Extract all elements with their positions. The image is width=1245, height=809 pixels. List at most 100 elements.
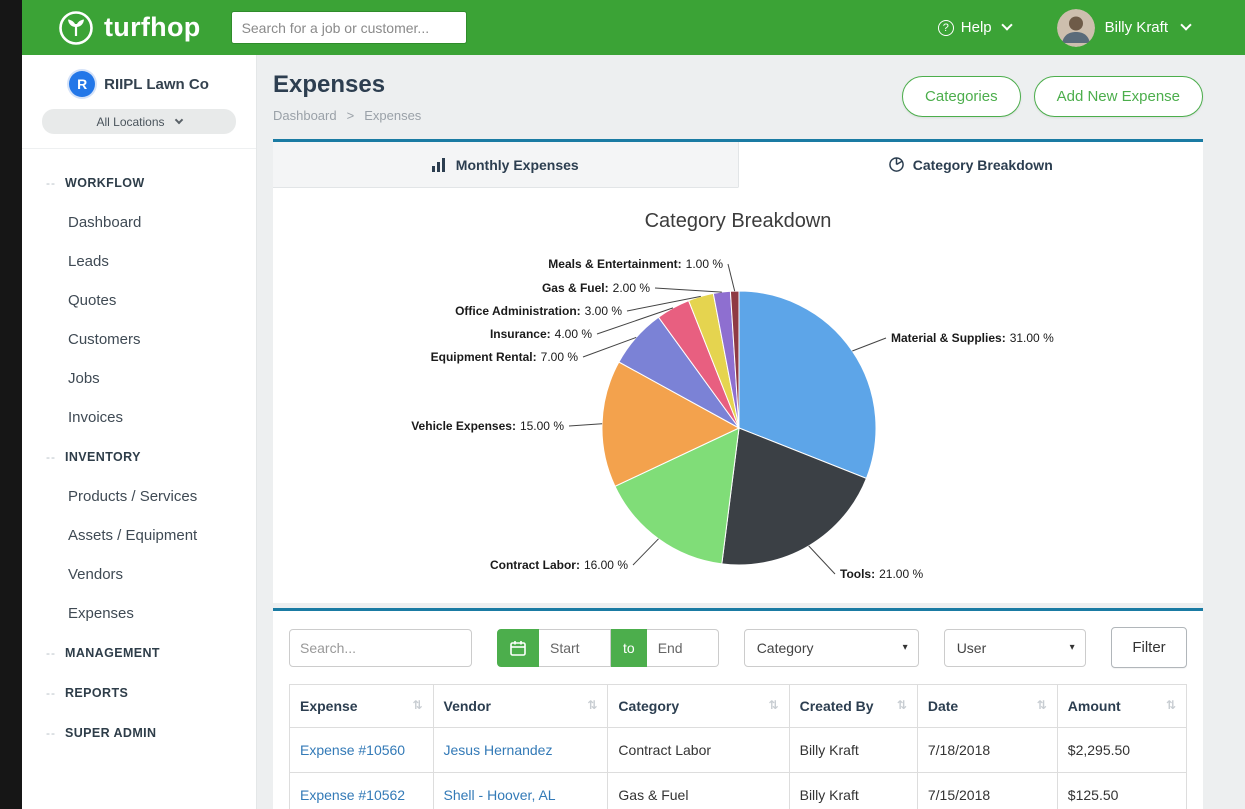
chevron-down-icon (1001, 19, 1012, 30)
caret-down-icon: ▾ (903, 642, 908, 653)
sort-icon[interactable]: ⇅ (412, 698, 422, 712)
cell-category: Contract Labor (608, 728, 789, 773)
help-menu[interactable]: ? Help (938, 19, 1011, 36)
pie-leader-line (655, 288, 722, 292)
pie-label-material-supplies: Material & Supplies:31.00 % (891, 331, 1054, 345)
sidebar-section-inventory[interactable]: -- INVENTORY (22, 437, 256, 477)
end-date-input[interactable] (647, 629, 719, 667)
sidebar-item-customers[interactable]: Customers (22, 320, 256, 359)
pie-chart-area: Category Breakdown Material & Supplies:3… (273, 188, 1203, 603)
column-label: Date (928, 698, 958, 714)
date-range-to-label: to (611, 629, 647, 667)
turfhop-logo-icon (58, 10, 94, 46)
breadcrumb: Dashboard > Expenses (273, 108, 421, 123)
avatar (1057, 9, 1095, 47)
vendor-link[interactable]: Jesus Hernandez (444, 742, 553, 758)
tree-branch-icon: -- (46, 646, 56, 660)
column-header-category[interactable]: Category ⇅ (608, 685, 789, 728)
breadcrumb-dashboard[interactable]: Dashboard (273, 108, 337, 123)
sort-icon[interactable]: ⇅ (587, 698, 597, 712)
pie-label-vehicle-expenses: Vehicle Expenses:15.00 % (411, 419, 564, 433)
sort-icon[interactable]: ⇅ (897, 698, 907, 712)
sidebar-section-label: INVENTORY (65, 450, 141, 464)
pie-chart-svg: Material & Supplies:31.00 %Tools:21.00 %… (273, 239, 1203, 587)
table-row: Expense #10560 Jesus Hernandez Contract La… (290, 728, 1187, 773)
pie-label-equipment-rental: Equipment Rental:7.00 % (431, 350, 579, 364)
brand-logo[interactable]: turfhop (58, 10, 201, 46)
cell-amount: $2,295.50 (1057, 728, 1186, 773)
cell-expense: Expense #10560 (290, 728, 434, 773)
tab-monthly-expenses[interactable]: Monthly Expenses (273, 142, 738, 188)
company-name: RIIPL Lawn Co (104, 76, 209, 93)
date-range-picker: to (497, 629, 719, 667)
sidebar-item-invoices[interactable]: Invoices (22, 398, 256, 437)
cell-amount: $125.50 (1057, 773, 1186, 809)
column-label: Expense (300, 698, 358, 714)
user-menu[interactable]: Billy Kraft (1057, 9, 1190, 47)
table-header-row: Expense ⇅ Vendor ⇅ Category ⇅ Created By ⇅ Date ⇅… (290, 685, 1187, 728)
global-search-input[interactable] (231, 11, 467, 44)
category-select-value: Category (757, 640, 814, 656)
cell-created-by: Billy Kraft (789, 773, 917, 809)
top-header: turfhop ? Help Billy Kraft (22, 0, 1245, 55)
main-content: Expenses Dashboard > Expenses Categories… (257, 55, 1245, 809)
sidebar-item-jobs[interactable]: Jobs (22, 359, 256, 398)
sort-icon[interactable]: ⇅ (1166, 698, 1176, 712)
vendor-link[interactable]: Shell - Hoover, AL (444, 787, 556, 803)
sidebar-section-super-admin[interactable]: --SUPER ADMIN (22, 713, 256, 753)
page-header: Expenses Dashboard > Expenses Categories… (273, 71, 1203, 123)
pie-label-contract-labor: Contract Labor:16.00 % (490, 558, 628, 572)
expense-link[interactable]: Expense #10560 (300, 742, 405, 758)
table-search-input[interactable] (289, 629, 472, 667)
chevron-down-icon (174, 116, 182, 124)
column-label: Created By (800, 698, 874, 714)
expense-link[interactable]: Expense #10562 (300, 787, 405, 803)
table-row: Expense #10562Shell - Hoover, ALGas & Fu… (290, 773, 1187, 809)
column-header-expense[interactable]: Expense ⇅ (290, 685, 434, 728)
category-select[interactable]: Category ▾ (744, 629, 919, 667)
start-date-input[interactable] (539, 629, 611, 667)
sidebar-item-vendors[interactable]: Vendors (22, 555, 256, 594)
sidebar-section-workflow[interactable]: --WORKFLOW (22, 163, 256, 203)
sidebar-section-label: REPORTS (65, 686, 128, 700)
sidebar-item-dashboard[interactable]: Dashboard (22, 203, 256, 242)
chart-tabs: Monthly Expenses Category Breakdown (273, 142, 1203, 188)
user-select-value: User (957, 640, 987, 656)
sidebar-item-leads[interactable]: Leads (22, 242, 256, 281)
add-new-expense-button[interactable]: Add New Expense (1034, 76, 1203, 117)
company-selector[interactable]: R RIIPL Lawn Co (22, 71, 256, 97)
column-header-vendor[interactable]: Vendor ⇅ (433, 685, 608, 728)
column-header-date[interactable]: Date ⇅ (917, 685, 1057, 728)
pie-label-meals-entertainment: Meals & Entertainment:1.00 % (548, 257, 723, 271)
locations-label: All Locations (96, 115, 164, 129)
filter-button[interactable]: Filter (1111, 627, 1187, 668)
column-label: Vendor (444, 698, 491, 714)
tab-label: Monthly Expenses (456, 157, 579, 173)
tab-category-breakdown[interactable]: Category Breakdown (738, 142, 1204, 188)
sidebar-section-reports[interactable]: --REPORTS (22, 673, 256, 713)
calendar-button[interactable] (497, 629, 539, 667)
user-select[interactable]: User ▾ (944, 629, 1086, 667)
sort-icon[interactable]: ⇅ (769, 698, 779, 712)
sidebar-item-assets-equipment[interactable]: Assets / Equipment (22, 516, 256, 555)
categories-button[interactable]: Categories (902, 76, 1021, 117)
expenses-table: Expense ⇅ Vendor ⇅ Category ⇅ Created By ⇅ Date ⇅… (289, 684, 1187, 809)
sidebar-item-products-services[interactable]: Products / Services (22, 477, 256, 516)
window-edge (0, 0, 22, 809)
sort-icon[interactable]: ⇅ (1037, 698, 1047, 712)
sidebar-item-quotes[interactable]: Quotes (22, 281, 256, 320)
column-header-amount[interactable]: Amount⇅ (1057, 685, 1186, 728)
sidebar-section-management[interactable]: --MANAGEMENT (22, 633, 256, 673)
locations-dropdown[interactable]: All Locations (42, 109, 236, 134)
tree-branch-icon: -- (46, 450, 56, 464)
chart-title: Category Breakdown (273, 210, 1203, 233)
pie-leader-line (852, 338, 886, 351)
company-badge: R (69, 71, 95, 97)
column-label: Category (618, 698, 679, 714)
chevron-down-icon (1180, 19, 1191, 30)
pie-leader-line (633, 539, 659, 565)
column-header-created-by[interactable]: Created By ⇅ (789, 685, 917, 728)
expenses-chart-panel: Monthly Expenses Category Breakdown Cate… (273, 139, 1203, 603)
sidebar-item-expenses[interactable]: Expenses (22, 594, 256, 633)
breadcrumb-separator-icon: > (347, 108, 355, 123)
